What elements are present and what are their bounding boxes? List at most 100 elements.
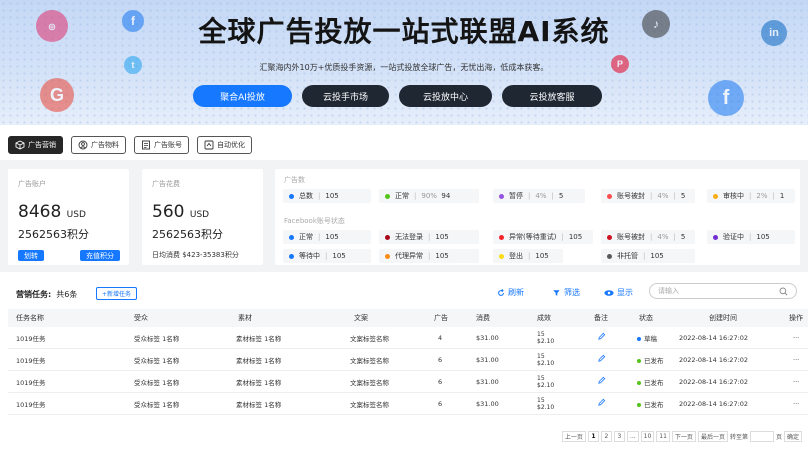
time-cell: 2022-08-14 16:27:02	[679, 333, 749, 342]
tab-ad-accounts[interactable]: 广告账号	[134, 136, 189, 154]
goto-label: 转至第	[729, 434, 748, 441]
copy-cell: 文案标签名称	[350, 334, 389, 343]
display-button[interactable]: 显示	[604, 287, 633, 298]
edit-remark-icon[interactable]	[583, 398, 631, 409]
tab-ad-marketing[interactable]: 广告营销	[8, 136, 63, 154]
fb-waiting-pill[interactable]: 等待中 | 105	[283, 249, 371, 263]
fb-logout-pill[interactable]: 登出 | 105	[493, 249, 563, 263]
spend-cell: $31.00	[476, 377, 499, 386]
ad-status-card: 广告数 总数 | 105 正常 | 90% 94 暂停 | 4% | 5 账号被封 | 4% | 5 审…	[275, 169, 800, 265]
more-actions-button[interactable]: ···	[771, 378, 808, 386]
ad-reviewing-pill[interactable]: 审核中 | 2% | 1	[707, 189, 795, 203]
ad-total-pill[interactable]: 总数 | 105	[283, 189, 371, 203]
col-actions: 操作	[789, 314, 803, 322]
last-page-button[interactable]: 最后一页	[697, 431, 728, 442]
time-cell: 2022-08-14 16:27:02	[679, 377, 749, 386]
module-tabs: 广告营销 广告物料 广告账号 自动优化	[8, 136, 252, 154]
status-badge: 已发布	[631, 355, 677, 365]
ad-banned-pill[interactable]: 账号被封 | 4% | 5	[601, 189, 695, 203]
ads-cell: 6	[438, 399, 443, 408]
effect-cell: 15 $2.10	[537, 352, 555, 367]
ad-account-card: 广告账户 8468 USD 2562563积分 划转 充值积分	[8, 169, 129, 265]
add-task-button[interactable]: +新增任务	[96, 287, 138, 300]
effect-cell: 15 $2.10	[537, 330, 555, 345]
page-ellipsis: ...	[626, 431, 639, 442]
mat-cell: 素材标签 1名称	[236, 400, 282, 409]
page-unit-label: 页	[775, 434, 782, 441]
filter-icon	[553, 289, 560, 296]
fb-unmanaged-pill[interactable]: 非托管 | 105	[601, 249, 695, 263]
fb-login-fail-pill[interactable]: 无法登录 | 105	[379, 230, 479, 244]
recharge-points-button[interactable]: 充值积分	[80, 250, 120, 261]
goto-page-input[interactable]	[749, 431, 774, 442]
copy-cell: 文案标签名称	[350, 400, 389, 409]
spend-cell: $31.00	[476, 333, 499, 342]
ai-launch-button[interactable]: 聚合AI投放	[193, 85, 292, 107]
edit-remark-icon[interactable]	[583, 376, 631, 387]
copy-cell: 文案标签名称	[350, 378, 389, 387]
prev-page-button[interactable]: 上一页	[561, 431, 586, 442]
more-actions-button[interactable]: ···	[771, 400, 808, 408]
launch-center-button[interactable]: 云投放中心	[399, 85, 492, 107]
ad-spend-points: 2562563积分	[152, 228, 223, 241]
eye-icon	[604, 289, 614, 296]
refresh-icon	[498, 288, 504, 296]
table-row[interactable]: 1019任务 受众标签 1名称 素材标签 1名称 文案标签名称 6 $31.00 15 $2.…	[8, 349, 808, 371]
daily-spend: 日均消费 $423-35383积分	[152, 251, 239, 259]
more-actions-button[interactable]: ···	[771, 356, 808, 364]
col-audience: 受众	[134, 314, 148, 322]
aud-cell: 受众标签 1名称	[134, 400, 180, 409]
spend-cell: $31.00	[476, 355, 499, 364]
col-material: 素材	[238, 314, 252, 322]
table-row[interactable]: 1019任务 受众标签 1名称 素材标签 1名称 文案标签名称 4 $31.00 15 $2.…	[8, 327, 808, 349]
col-copy: 文案	[354, 314, 368, 322]
document-icon	[142, 140, 150, 150]
stats-panel: 广告账户 8468 USD 2562563积分 划转 充值积分 广告花费 560…	[0, 160, 808, 272]
transfer-button[interactable]: 划转	[18, 250, 44, 261]
tab-ad-materials[interactable]: 广告物料	[71, 136, 126, 154]
ad-account-amount: 8468 USD	[18, 202, 86, 222]
more-actions-button[interactable]: ···	[771, 334, 808, 342]
tab-auto-optimize[interactable]: 自动优化	[197, 136, 252, 154]
table-row[interactable]: 1019任务 受众标签 1名称 素材标签 1名称 文案标签名称 6 $31.00 15 $2.…	[8, 393, 808, 415]
search-icon[interactable]	[779, 287, 788, 296]
facebook-large-icon: f	[708, 80, 744, 116]
fb-normal-pill[interactable]: 正常 | 105	[283, 230, 371, 244]
page-1-button[interactable]: 1	[587, 431, 599, 442]
page-11-button[interactable]: 11	[656, 431, 670, 442]
page-2-button[interactable]: 2	[600, 431, 612, 442]
col-created-time: 创建时间	[709, 314, 737, 322]
fb-proxy-error-pill[interactable]: 代理异常 | 105	[379, 249, 479, 263]
table-header: 任务名称 受众 素材 文案 广告 消费 成效 备注 状态 创建时间 操作	[8, 309, 808, 327]
ad-paused-pill[interactable]: 暂停 | 4% | 5	[493, 189, 585, 203]
col-status: 状态	[639, 314, 653, 322]
refresh-button[interactable]: 刷新	[497, 287, 524, 298]
hero-title: 全球广告投放一站式联盟AI系统	[198, 15, 610, 48]
status-badge: 已发布	[631, 399, 677, 409]
edit-remark-icon[interactable]	[583, 354, 631, 365]
filter-button[interactable]: 筛选	[552, 287, 580, 298]
confirm-page-button[interactable]: 确定	[783, 431, 802, 442]
fb-banned-pill[interactable]: 账号被封 | 4% | 5	[601, 230, 695, 244]
next-page-button[interactable]: 下一页	[671, 431, 696, 442]
mat-cell: 素材标签 1名称	[236, 378, 282, 387]
spend-cell: $31.00	[476, 399, 499, 408]
ad-spend-label: 广告花费	[152, 180, 180, 188]
ad-count-label: 广告数	[284, 176, 305, 184]
task-search-input[interactable]: 请输入	[649, 283, 797, 299]
name-cell: 1019任务	[16, 400, 46, 409]
status-badge: 已发布	[631, 377, 677, 387]
user-circle-icon	[78, 140, 88, 150]
effect-cell: 15 $2.10	[537, 396, 555, 411]
page-3-button[interactable]: 3	[613, 431, 625, 442]
ad-account-label: 广告账户	[18, 180, 46, 188]
page-10-button[interactable]: 10	[640, 431, 655, 442]
edit-remark-icon[interactable]	[583, 332, 631, 343]
table-row[interactable]: 1019任务 受众标签 1名称 素材标签 1名称 文案标签名称 6 $31.00 15 $2.…	[8, 371, 808, 393]
pagination: 上一页 1 2 3 ... 10 11 下一页 最后一页 转至第 页 确定	[561, 431, 802, 442]
launch-support-button[interactable]: 云投放客服	[502, 85, 602, 107]
ad-normal-pill[interactable]: 正常 | 90% 94	[379, 189, 479, 203]
pitcher-market-button[interactable]: 云投手市场	[302, 85, 389, 107]
fb-error-pill[interactable]: 异常(等待重试) | 105	[493, 230, 593, 244]
fb-verifying-pill[interactable]: 验证中 | 105	[707, 230, 795, 244]
